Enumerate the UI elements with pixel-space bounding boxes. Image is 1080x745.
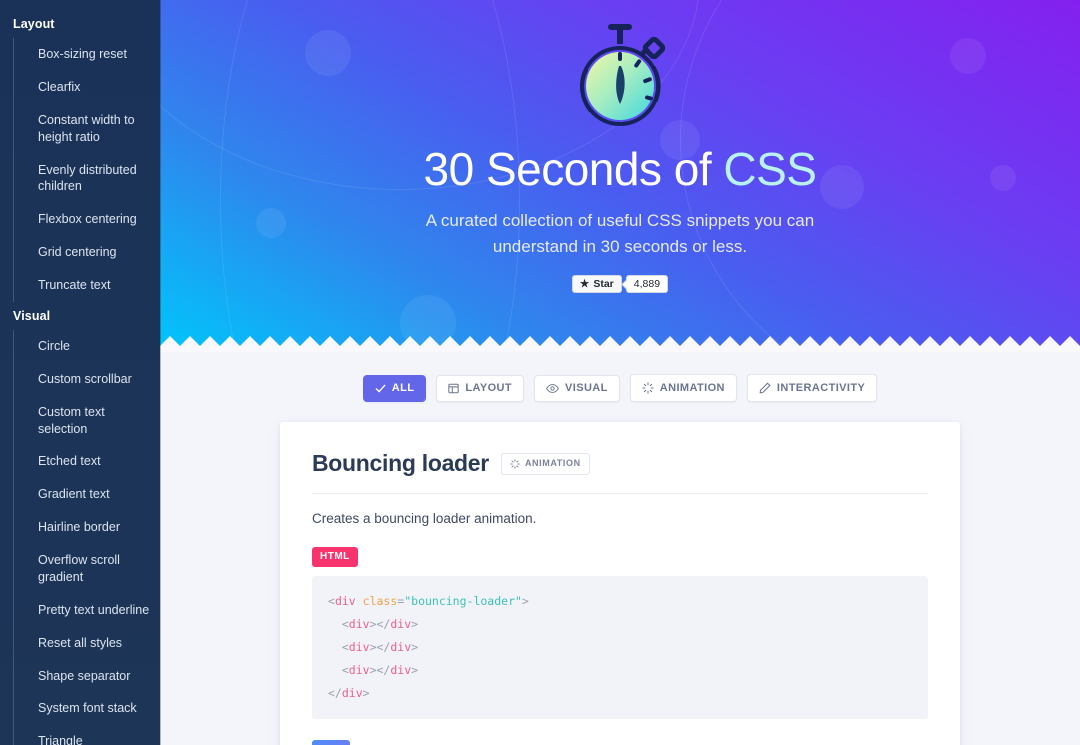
star-icon: ★ — [579, 277, 590, 290]
snippet-description: Creates a bouncing loader animation. — [312, 511, 537, 526]
snippet-tag-label: ANIMATION — [524, 458, 581, 468]
sidebar-item-clearfix[interactable]: Clearfix — [13, 70, 160, 104]
filter-tabs[interactable]: ALL LAYOUT VISUAL ANIMATION INTERACTIVIT… — [160, 352, 1080, 402]
snippet-card-header: Bouncing loader ANIMATION — [312, 450, 928, 494]
github-star-row: ★ Star 4,889 — [160, 274, 1080, 294]
sidebar-item-flexbox-centering[interactable]: Flexbox centering — [13, 203, 160, 237]
sidebar-item-reset-all-styles[interactable]: Reset all styles — [13, 626, 160, 660]
snippet-title: Bouncing loader — [312, 450, 489, 476]
pencil-icon — [759, 382, 771, 394]
page-title: 30 Seconds of CSS — [160, 142, 1080, 196]
snippet-tag-animation[interactable]: ANIMATION — [500, 452, 590, 475]
app-root: Layout Box-sizing reset Clearfix Constan… — [0, 0, 1080, 745]
sidebar-item-grid-centering[interactable]: Grid centering — [13, 236, 160, 269]
sidebar-item-circle[interactable]: Circle — [13, 329, 160, 363]
css-badge: CSS — [312, 740, 351, 745]
sidebar-item-pretty-text-underline[interactable]: Pretty text underline — [13, 593, 160, 627]
eye-icon — [546, 383, 559, 393]
sidebar-section-layout: Layout Box-sizing reset Clearfix Constan… — [0, 10, 160, 302]
zigzag-separator — [160, 336, 1080, 352]
filter-tab-visual-label: VISUAL — [565, 381, 608, 394]
snippet-list: Bouncing loader ANIMATION Creates a boun… — [160, 402, 1080, 745]
sidebar-item-overflow-scroll-gradient[interactable]: Overflow scroll gradient — [13, 544, 160, 594]
html-code-block[interactable]: <div class="bouncing-loader"> <div></div… — [312, 576, 928, 719]
snippet-card-bouncing-loader: Bouncing loader ANIMATION Creates a boun… — [280, 422, 960, 745]
stopwatch-icon — [580, 24, 666, 126]
filter-tab-interactivity[interactable]: INTERACTIVITY — [746, 374, 878, 402]
sidebar-item-etched-text[interactable]: Etched text — [13, 445, 160, 479]
layout-icon — [448, 383, 460, 393]
spinner-icon — [642, 382, 654, 394]
star-count[interactable]: 4,889 — [625, 274, 669, 294]
page-subtitle: A curated collection of useful CSS snipp… — [425, 211, 815, 257]
filter-tab-interactivity-label: INTERACTIVITY — [776, 381, 866, 394]
filter-tab-animation[interactable]: ANIMATION — [629, 374, 737, 402]
sidebar-item-custom-text-selection[interactable]: Custom text selection — [13, 395, 160, 446]
check-icon — [375, 384, 386, 392]
sidebar-item-gradient-text[interactable]: Gradient text — [13, 478, 160, 512]
main-content: 30 Seconds of CSS A curated collection o… — [160, 0, 1080, 745]
filter-tab-animation-label: ANIMATION — [659, 381, 725, 394]
sidebar-item-constant-width-to-height-ratio[interactable]: Constant width to height ratio — [13, 103, 160, 154]
star-button-label: Star — [593, 277, 614, 290]
filter-tab-visual[interactable]: VISUAL — [534, 374, 620, 402]
sidebar[interactable]: Layout Box-sizing reset Clearfix Constan… — [0, 0, 160, 745]
sidebar-item-triangle[interactable]: Triangle — [13, 725, 160, 745]
filter-tab-layout[interactable]: LAYOUT — [436, 374, 525, 402]
sidebar-item-evenly-distributed-children[interactable]: Evenly distributed children — [13, 153, 160, 204]
sidebar-section-title-visual: Visual — [13, 308, 51, 323]
filter-tab-all-label: ALL — [391, 381, 415, 394]
sidebar-item-system-font-stack[interactable]: System font stack — [13, 692, 160, 726]
sidebar-item-shape-separator[interactable]: Shape separator — [13, 659, 160, 693]
sidebar-section-visual: Visual Circle Custom scrollbar Custom te… — [0, 302, 160, 745]
hero-banner: 30 Seconds of CSS A curated collection o… — [160, 0, 1080, 352]
page-title-accent: CSS — [723, 143, 817, 195]
sidebar-item-custom-scrollbar[interactable]: Custom scrollbar — [13, 362, 160, 396]
page-title-main: 30 Seconds of — [423, 143, 724, 195]
sidebar-item-box-sizing-reset[interactable]: Box-sizing reset — [13, 38, 160, 71]
sidebar-section-title-layout: Layout — [13, 17, 55, 31]
html-badge: HTML — [312, 547, 358, 567]
spinner-icon — [510, 458, 520, 469]
star-button[interactable]: ★ Star — [571, 274, 622, 294]
filter-tab-all[interactable]: ALL — [362, 374, 427, 402]
filter-tab-layout-label: LAYOUT — [465, 381, 513, 394]
sidebar-item-truncate-text[interactable]: Truncate text — [13, 269, 160, 302]
logo-wrap — [160, 0, 1080, 132]
sidebar-item-hairline-border[interactable]: Hairline border — [13, 511, 160, 544]
